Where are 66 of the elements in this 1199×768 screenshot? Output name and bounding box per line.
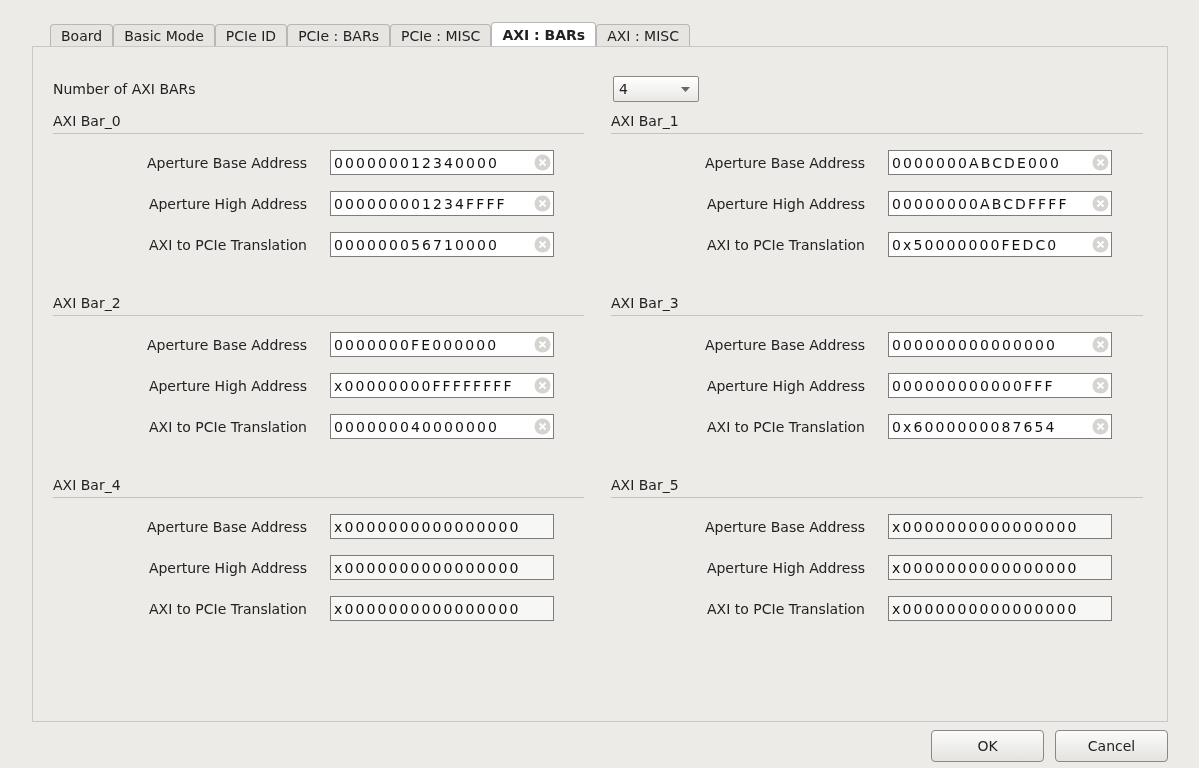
field-label: Aperture Base Address xyxy=(704,154,866,171)
address-field[interactable]: x0000000000000000 xyxy=(330,596,554,621)
clear-icon[interactable] xyxy=(1092,236,1109,253)
field-label: Aperture High Address xyxy=(147,195,308,212)
field-label: Aperture High Address xyxy=(705,195,866,212)
address-field[interactable]: 0000000ABCDE000 xyxy=(888,150,1112,175)
field-label: Aperture High Address xyxy=(147,377,308,394)
clear-icon[interactable] xyxy=(534,195,551,212)
clear-icon[interactable] xyxy=(1092,195,1109,212)
tab[interactable]: AXI : BARs xyxy=(491,22,597,46)
field-label: AXI to PCIe Translation xyxy=(706,236,866,253)
field-label: AXI to PCIe Translation xyxy=(148,600,308,617)
group-title: AXI Bar_1 xyxy=(611,113,1143,134)
address-field[interactable]: 00000000ABCDFFFF xyxy=(888,191,1112,216)
tab[interactable]: AXI : MISC xyxy=(596,24,690,46)
address-field[interactable]: 0x6000000087654 xyxy=(888,414,1112,439)
address-field[interactable]: x0000000000000000 xyxy=(888,596,1112,621)
field-label: AXI to PCIe Translation xyxy=(148,418,308,435)
group-title: AXI Bar_0 xyxy=(53,113,584,134)
field-label: Aperture Base Address xyxy=(146,154,308,171)
address-field[interactable]: 0000000FE000000 xyxy=(330,332,554,357)
address-field[interactable]: 0x50000000FEDC0 xyxy=(888,232,1112,257)
field-label: Aperture Base Address xyxy=(146,336,308,353)
clear-icon[interactable] xyxy=(534,154,551,171)
clear-icon[interactable] xyxy=(534,236,551,253)
clear-icon[interactable] xyxy=(1092,418,1109,435)
address-field[interactable]: x0000000000000000 xyxy=(888,555,1112,580)
clear-icon[interactable] xyxy=(534,418,551,435)
address-field[interactable]: 000000056710000 xyxy=(330,232,554,257)
field-label: Aperture High Address xyxy=(705,377,866,394)
group-title: AXI Bar_4 xyxy=(53,477,584,498)
clear-icon[interactable] xyxy=(1092,377,1109,394)
tab[interactable]: PCIe ID xyxy=(214,24,288,46)
clear-icon[interactable] xyxy=(1092,336,1109,353)
address-field[interactable]: x0000000000000000 xyxy=(330,555,554,580)
bar-count-dropdown[interactable]: 4 xyxy=(613,76,699,102)
field-label: AXI to PCIe Translation xyxy=(706,600,866,617)
group-title: AXI Bar_5 xyxy=(611,477,1143,498)
field-label: Number of AXI BARs xyxy=(53,81,196,97)
field-label: Aperture Base Address xyxy=(146,518,308,535)
tab[interactable]: PCIe : BARs xyxy=(287,24,390,46)
field-label: Aperture High Address xyxy=(147,559,308,576)
address-field[interactable]: 000000012340000 xyxy=(330,150,554,175)
address-field[interactable]: 000000040000000 xyxy=(330,414,554,439)
group-title: AXI Bar_3 xyxy=(611,295,1143,316)
field-label: Aperture High Address xyxy=(705,559,866,576)
field-label: AXI to PCIe Translation xyxy=(706,418,866,435)
tab[interactable]: PCIe : MISC xyxy=(389,24,492,46)
address-field[interactable]: x0000000000000000 xyxy=(330,514,554,539)
address-field[interactable]: 000000001234FFFF xyxy=(330,191,554,216)
address-field[interactable]: 000000000000000 xyxy=(888,332,1112,357)
field-label: Aperture Base Address xyxy=(704,518,866,535)
address-field[interactable]: 000000000000FFF xyxy=(888,373,1112,398)
field-label: AXI to PCIe Translation xyxy=(148,236,308,253)
address-field[interactable]: x00000000FFFFFFFF xyxy=(330,373,554,398)
clear-icon[interactable] xyxy=(1092,154,1109,171)
clear-icon[interactable] xyxy=(534,377,551,394)
clear-icon[interactable] xyxy=(534,336,551,353)
group-title: AXI Bar_2 xyxy=(53,295,584,316)
tab[interactable]: Board xyxy=(50,24,114,46)
field-label: Aperture Base Address xyxy=(704,336,866,353)
caret-icon xyxy=(681,86,690,92)
tab[interactable]: Basic Mode xyxy=(113,24,215,46)
ok-button[interactable]: OK xyxy=(931,730,1044,762)
cancel-button[interactable]: Cancel xyxy=(1055,730,1168,762)
address-field[interactable]: x0000000000000000 xyxy=(888,514,1112,539)
